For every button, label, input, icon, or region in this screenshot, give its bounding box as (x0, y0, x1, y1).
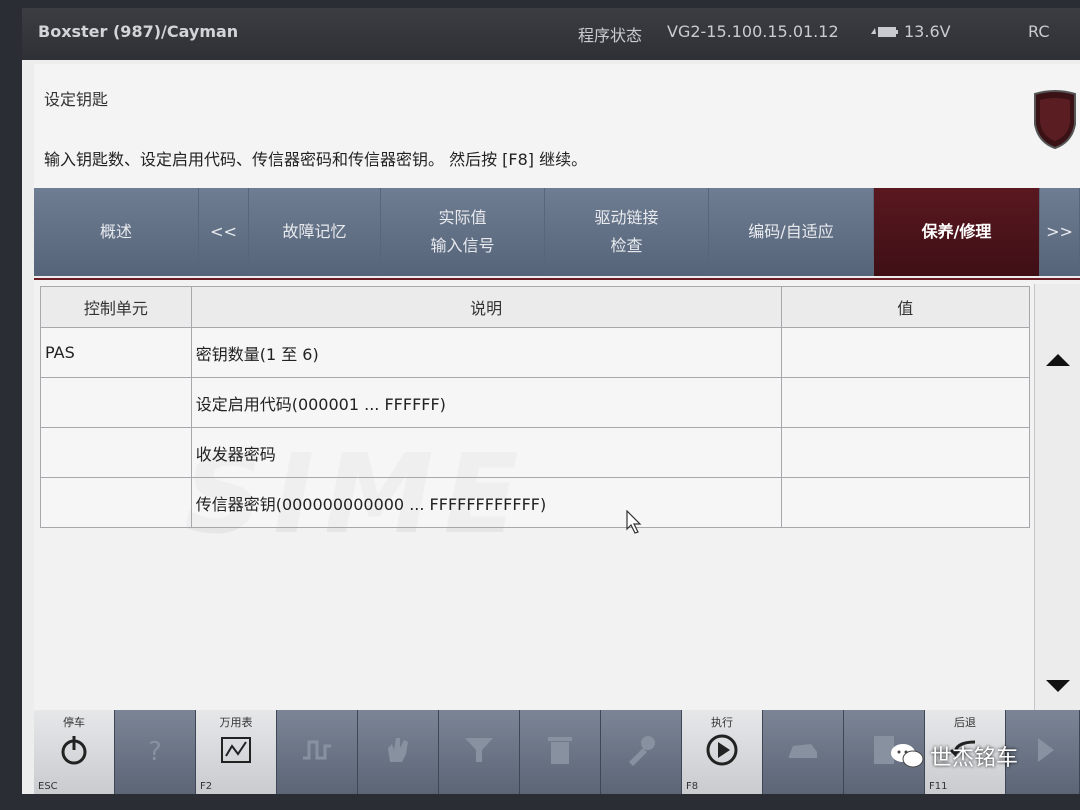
multimeter-icon (221, 737, 251, 763)
software-version: VG2-15.100.15.01.12 (667, 22, 839, 41)
scroll-down-arrow-icon[interactable] (1041, 672, 1075, 702)
column-header-control-unit: 控制单元 (40, 286, 192, 328)
battery-voltage: 13.6V (904, 22, 951, 41)
svg-text:?: ? (148, 737, 162, 767)
row-description: 密钥数量(1 至 6) (190, 327, 782, 378)
mouse-cursor-icon (626, 510, 642, 534)
fkey-execute[interactable]: 执行 F8 (682, 710, 763, 794)
fkey-tools (601, 710, 682, 794)
vehicle-model: Boxster (987)/Cayman (38, 22, 239, 41)
tab-fault-memory[interactable]: 故障记忆 (249, 188, 381, 276)
row-control-unit: PAS (40, 327, 192, 378)
column-header-description: 说明 (190, 286, 782, 328)
row-value-field[interactable] (780, 427, 1031, 478)
fkey-vehicle (763, 710, 844, 794)
wechat-watermark: 世杰铭车 (890, 740, 1018, 772)
wechat-icon (891, 744, 924, 768)
program-status-label: 程序状态 (578, 26, 643, 45)
hand-icon (388, 738, 408, 762)
battery-icon (871, 27, 898, 37)
play-icon (706, 734, 738, 766)
tab-maintenance-repair[interactable]: 保养/修理 (874, 188, 1040, 276)
tab-actual-values[interactable]: 实际值 输入信号 (381, 188, 545, 276)
function-tabs: 概述 << 故障记忆 实际值 输入信号 驱动链接 检查 编码/自适应 保养/修理 >… (34, 188, 1080, 276)
tab-next[interactable]: >> (1040, 188, 1080, 276)
row-value-field[interactable] (780, 477, 1031, 528)
page-title: 设定钥匙 (44, 90, 109, 109)
table-row[interactable]: 设定启用代码(000001 ... FFFFFF) (40, 377, 1031, 428)
power-icon (61, 736, 87, 765)
tab-coding-adaptation[interactable]: 编码/自适应 (709, 188, 874, 276)
table-row[interactable]: PAS 密钥数量(1 至 6) (40, 327, 1031, 378)
fkey-hand (358, 710, 439, 794)
row-control-unit (40, 377, 192, 428)
fkey-stop[interactable]: 停车 ESC (34, 710, 115, 794)
page-header: 设定钥匙 输入钥匙数、设定启用代码、传信器密码和传信器密钥。 然后按 [F8] … (34, 64, 1080, 188)
row-control-unit (40, 477, 192, 528)
tab-overview[interactable]: 概述 (34, 188, 199, 276)
tab-previous[interactable]: << (199, 188, 249, 276)
parameter-table: 控制单元 说明 值 PAS 密钥数量(1 至 6) 设定启用代码(000001 … (40, 286, 1031, 528)
table-row[interactable]: 收发器密码 (40, 427, 1031, 478)
table-header-row: 控制单元 说明 值 (40, 286, 1031, 328)
table-row[interactable]: 传信器密钥(000000000000 ... FFFFFFFFFFFF) (40, 477, 1031, 528)
diagnostic-screen: Boxster (987)/Cayman 程序状态 VG2-15.100.15.… (22, 8, 1080, 794)
instruction-text: 输入钥匙数、设定启用代码、传信器密码和传信器密钥。 然后按 [F8] 继续。 (44, 150, 588, 169)
trash-icon (548, 737, 572, 764)
row-description: 收发器密码 (190, 427, 782, 478)
fkey-delete (520, 710, 601, 794)
fkey-help: ? (115, 710, 196, 794)
tools-icon (629, 736, 655, 766)
filter-icon (465, 738, 493, 762)
status-bar: Boxster (987)/Cayman 程序状态 VG2-15.100.15.… (22, 8, 1080, 60)
car-icon (789, 744, 817, 758)
forward-icon (1038, 738, 1054, 762)
fkey-oscilloscope (277, 710, 358, 794)
parameter-table-area: SIME 控制单元 说明 值 PAS 密钥数量(1 至 6) 设定启用代码(00… (34, 278, 1080, 712)
row-value-field[interactable] (780, 327, 1031, 378)
fkey-multimeter[interactable]: 万用表 F2 (196, 710, 277, 794)
oscilloscope-icon (303, 740, 331, 760)
porsche-crest-icon (1034, 90, 1076, 150)
fkey-filter (439, 710, 520, 794)
tab-drive-links[interactable]: 驱动链接 检查 (545, 188, 709, 276)
scrollbar[interactable] (1034, 284, 1080, 710)
row-value-field[interactable] (780, 377, 1031, 428)
row-description: 设定启用代码(000001 ... FFFFFF) (190, 377, 782, 428)
wechat-account-name: 世杰铭车 (930, 746, 1019, 771)
help-icon: ? (148, 737, 162, 767)
column-header-value: 值 (780, 286, 1031, 328)
rc-indicator[interactable]: RC (1028, 22, 1050, 41)
row-description: 传信器密钥(000000000000 ... FFFFFFFFFFFF) (190, 477, 782, 528)
row-control-unit (40, 427, 192, 478)
scroll-up-arrow-icon[interactable] (1041, 344, 1075, 374)
